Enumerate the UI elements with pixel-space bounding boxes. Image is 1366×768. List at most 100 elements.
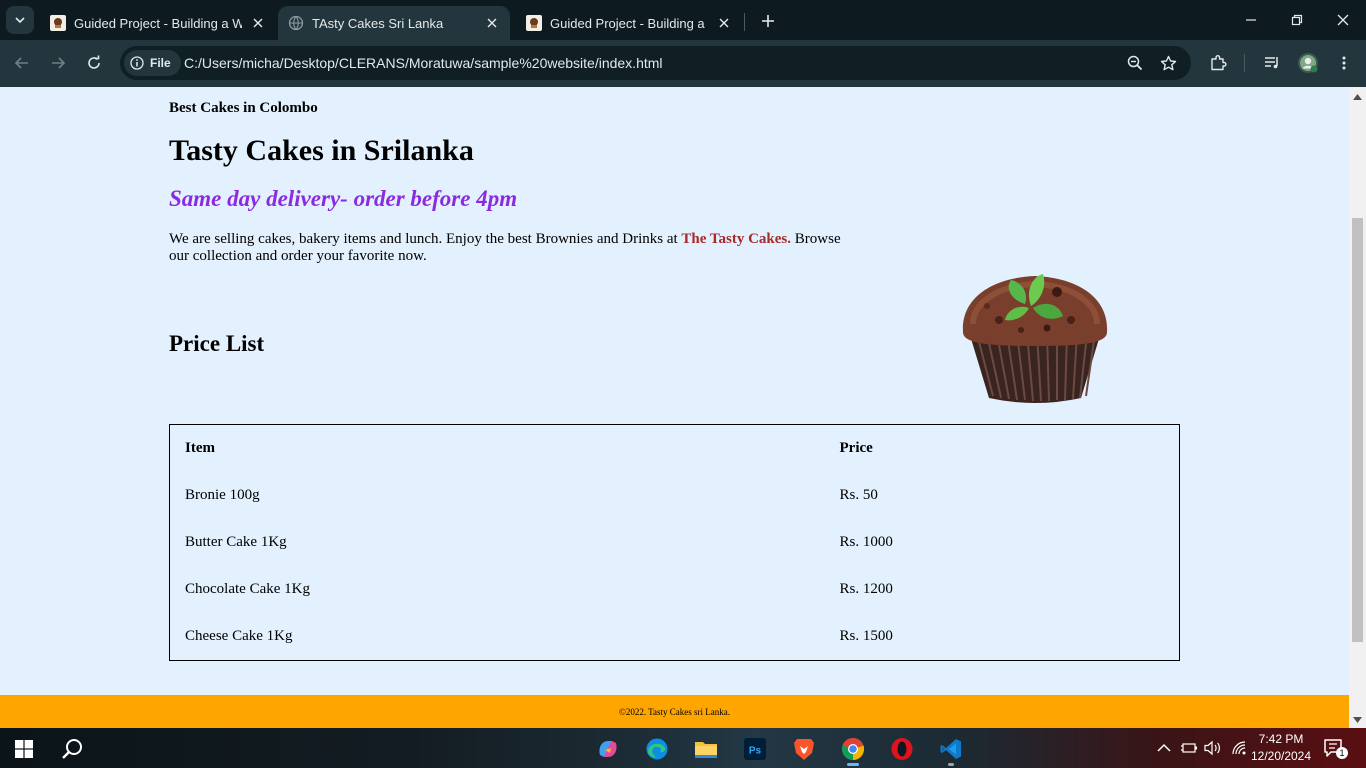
photoshop-icon: Ps — [744, 738, 766, 760]
show-hidden-icons-button[interactable] — [1155, 739, 1173, 757]
puzzle-icon — [1211, 55, 1227, 71]
item-cell: Chocolate Cake 1Kg — [185, 581, 310, 598]
volume-indicator[interactable] — [1204, 739, 1222, 757]
media-queue-icon — [1265, 57, 1278, 69]
arrow-left-icon — [14, 57, 28, 69]
taskbar-search-button[interactable] — [52, 732, 92, 766]
battery-charging-icon — [1181, 743, 1197, 753]
page-kicker: Best Cakes in Colombo — [169, 100, 318, 116]
battery-indicator[interactable] — [1180, 739, 1198, 757]
search-icon — [62, 739, 82, 759]
forward-button[interactable] — [45, 50, 71, 76]
item-cell: Butter Cake 1Kg — [185, 533, 287, 550]
arrow-right-icon — [52, 57, 66, 69]
windows-taskbar: Ps 7:42 PM 12/20/2024 1 — [0, 728, 1366, 768]
site-info-chip[interactable]: File — [124, 50, 181, 76]
copilot-icon — [599, 741, 617, 757]
minimize-button[interactable] — [1239, 8, 1263, 32]
photoshop-app[interactable]: Ps — [735, 732, 775, 766]
restore-button[interactable] — [1285, 8, 1309, 32]
close-icon — [1337, 14, 1349, 26]
triangle-down-icon — [1353, 716, 1362, 723]
tab-guided-project-2[interactable]: Guided Project - Building a Web — [516, 6, 742, 40]
table-row: Chocolate Cake 1Kg Rs. 1200 — [170, 566, 1180, 613]
taskbar-clock[interactable]: 7:42 PM 12/20/2024 — [1246, 731, 1316, 765]
tab-search-button[interactable] — [6, 6, 34, 34]
copilot-app[interactable] — [588, 732, 628, 766]
page-title: Tasty Cakes in Srilanka — [169, 134, 474, 167]
tab-divider — [744, 13, 745, 31]
intro-text: We are selling cakes, bakery items and l… — [169, 231, 682, 247]
price-table: Item Price Bronie 100g Rs. 50 Butter Cak… — [169, 424, 1180, 661]
zoom-out-icon — [1127, 55, 1143, 71]
price-cell: Rs. 1200 — [839, 581, 893, 598]
notification-count-badge: 1 — [1336, 747, 1348, 759]
item-cell: Cheese Cake 1Kg — [185, 628, 293, 645]
tab-guided-project-1[interactable]: Guided Project - Building a Web — [40, 6, 276, 40]
brand-name: The Tasty Cakes. — [681, 231, 792, 247]
brave-app[interactable] — [784, 732, 824, 766]
folder-icon — [695, 742, 717, 758]
footer-copyright: ©2022. Tasty Cakes sri Lanka. — [618, 706, 731, 717]
file-explorer-app[interactable] — [686, 732, 726, 766]
table-row: Butter Cake 1Kg Rs. 1000 — [170, 519, 1180, 566]
tab-title: TAsty Cakes Sri Lanka — [312, 15, 444, 31]
globe-icon — [288, 15, 304, 31]
toolbar-divider — [1244, 54, 1245, 72]
item-cell: Bronie 100g — [185, 486, 260, 503]
site-chip-label: File — [150, 56, 171, 70]
scroll-up-arrow[interactable] — [1353, 92, 1362, 101]
close-icon[interactable] — [716, 15, 732, 31]
window-close-button[interactable] — [1331, 8, 1355, 32]
clock-date: 12/20/2024 — [1250, 749, 1312, 763]
vscode-icon — [940, 739, 961, 759]
chrome-menu-button[interactable] — [1332, 51, 1356, 75]
table-header-row: Item Price — [170, 425, 1180, 472]
chevron-down-icon — [15, 17, 25, 24]
reload-button[interactable] — [81, 50, 107, 76]
table-row: Bronie 100g Rs. 50 — [170, 472, 1180, 519]
column-header-price: Price — [839, 439, 873, 456]
opera-app[interactable] — [882, 732, 922, 766]
url-text[interactable]: C:/Users/micha/Desktop/CLERANS/Moratuwa/… — [184, 55, 663, 71]
minimize-icon — [1246, 19, 1256, 21]
extensions-button[interactable] — [1206, 51, 1230, 75]
bookmark-button[interactable] — [1158, 53, 1178, 73]
chrome-icon — [841, 737, 865, 761]
price-list-heading: Price List — [169, 331, 265, 356]
opera-icon — [891, 738, 913, 760]
media-controls-button[interactable] — [1260, 51, 1284, 75]
new-tab-button[interactable] — [756, 9, 780, 33]
delivery-tagline: Same day delivery- order before 4pm — [169, 186, 518, 211]
tab-tasty-cakes[interactable]: TAsty Cakes Sri Lanka — [278, 6, 510, 40]
page-scrollbar[interactable] — [1349, 87, 1366, 728]
back-button[interactable] — [9, 50, 35, 76]
brave-icon — [794, 739, 814, 760]
tab-title: Guided Project - Building a Web — [550, 15, 708, 31]
vscode-app[interactable] — [931, 732, 971, 766]
chrome-app[interactable] — [833, 732, 873, 766]
restore-icon — [1291, 14, 1303, 26]
star-icon — [1160, 55, 1176, 70]
close-icon[interactable] — [250, 15, 266, 31]
edge-app[interactable] — [637, 732, 677, 766]
profile-button[interactable] — [1296, 51, 1320, 75]
scrollbar-thumb[interactable] — [1352, 218, 1363, 642]
info-icon — [130, 56, 144, 70]
edge-icon — [646, 738, 668, 760]
address-bar[interactable]: File C:/Users/micha/Desktop/CLERANS/Mora… — [120, 46, 1191, 80]
svg-text:Ps: Ps — [749, 746, 762, 757]
table-row: Cheese Cake 1Kg Rs. 1500 — [170, 613, 1180, 660]
plus-icon — [762, 15, 774, 27]
intro-paragraph: We are selling cakes, bakery items and l… — [169, 231, 849, 265]
page-footer: ©2022. Tasty Cakes sri Lanka. — [0, 695, 1349, 728]
close-icon[interactable] — [484, 15, 500, 31]
price-cell: Rs. 50 — [839, 486, 878, 503]
reload-icon — [88, 55, 100, 69]
start-button[interactable] — [4, 732, 44, 766]
triangle-up-icon — [1353, 93, 1362, 100]
scroll-down-arrow[interactable] — [1353, 715, 1362, 724]
price-cell: Rs. 1500 — [839, 628, 893, 645]
zoom-button[interactable] — [1125, 53, 1145, 73]
tab-title: Guided Project - Building a Web — [74, 15, 242, 31]
